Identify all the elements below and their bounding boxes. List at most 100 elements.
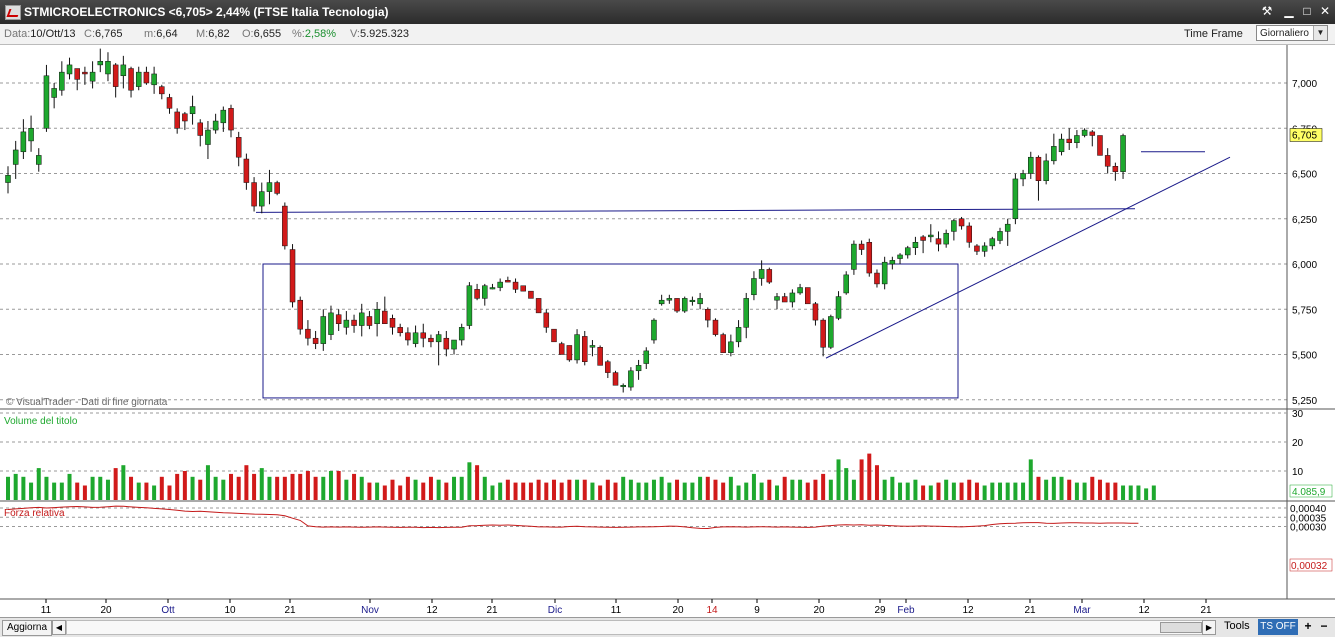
candle-up	[643, 350, 650, 364]
time-axis-label: Dic	[548, 605, 562, 616]
volume-bar	[267, 476, 272, 500]
volume-bar	[1082, 482, 1087, 500]
volume-bar	[859, 459, 864, 500]
candle-up	[774, 296, 780, 301]
volume-bar	[6, 476, 10, 500]
candle-down	[958, 218, 965, 227]
volume-bar	[13, 473, 18, 500]
time-axis-label: Ott	[161, 605, 175, 616]
volume-bar	[644, 482, 649, 500]
close-button[interactable]: ✕	[1317, 4, 1333, 19]
candle-down	[1089, 131, 1096, 136]
candle-up	[51, 88, 57, 98]
volume-bar	[698, 476, 703, 500]
maximize-button[interactable]: □	[1299, 4, 1315, 19]
candle-down	[312, 337, 319, 344]
time-axis-label: 29	[874, 605, 886, 616]
time-axis-label: 11	[611, 605, 622, 616]
volume-bar	[59, 482, 64, 500]
timeframe-select[interactable]: Giornaliero ▼	[1256, 25, 1328, 41]
time-axis-label: 20	[100, 605, 112, 616]
volume-bar	[821, 473, 826, 500]
volume-bar	[436, 479, 441, 500]
candle-down	[305, 328, 311, 339]
horizontal-scrollbar[interactable]	[66, 620, 1208, 635]
tools-menu[interactable]: Tools	[1224, 620, 1250, 632]
candle-up	[66, 64, 73, 75]
data-source-watermark: © VisualTrader - Dati di fine giornata	[6, 397, 168, 408]
volume-axis-label: 20	[1292, 438, 1304, 449]
candle-up	[789, 292, 796, 303]
volume-value-tag: 4.085,9	[1292, 487, 1326, 498]
volume-bar	[1144, 488, 1149, 500]
volume-bar	[621, 476, 626, 500]
time-axis-label: Mar	[1073, 605, 1091, 616]
volume-bar	[313, 476, 318, 500]
volume-bar	[244, 465, 249, 500]
scroll-left-icon[interactable]: ◀	[52, 620, 66, 635]
volume-bar	[521, 482, 526, 500]
scroll-right-icon[interactable]: ▶	[1202, 620, 1216, 635]
volume-bar	[490, 485, 495, 500]
volume-bar	[105, 479, 110, 500]
candle-down	[712, 319, 719, 335]
price-axis-label: 6,250	[1292, 215, 1317, 226]
candle-down	[820, 319, 826, 348]
chart-pane[interactable]: 7,0006,7506,5006,2506,0005,7505,5005,250…	[0, 45, 1335, 617]
candle-down	[674, 298, 680, 312]
candle-down	[174, 111, 180, 129]
candle-down	[74, 68, 80, 80]
candle-up	[358, 312, 365, 326]
volume-bar	[252, 473, 257, 500]
candle-down	[582, 336, 588, 362]
candle-up	[658, 299, 665, 305]
volume-bar	[844, 468, 849, 500]
time-axis-label: 21	[1200, 605, 1212, 616]
candle-up	[220, 109, 227, 124]
volume-bar	[205, 465, 210, 500]
volume-bar	[159, 476, 164, 500]
scrollbar-thumb[interactable]	[1160, 622, 1202, 633]
candle-down	[805, 287, 811, 305]
candle-up	[36, 155, 42, 165]
volume-axis-label: 10	[1292, 467, 1304, 478]
zoom-out-button[interactable]: −	[1318, 619, 1330, 634]
candle-up	[497, 281, 503, 288]
volume-bar	[675, 479, 680, 500]
quote-change: %:2,58%	[292, 28, 337, 40]
volume-bar	[559, 482, 564, 500]
volume-bar	[1028, 459, 1033, 500]
volume-bar	[367, 482, 372, 500]
candle-down	[558, 343, 565, 355]
minimize-button[interactable]: ▁	[1281, 4, 1297, 19]
volume-bar	[928, 485, 933, 500]
candle-down	[228, 108, 234, 131]
zoom-in-button[interactable]: +	[1302, 619, 1314, 634]
wrench-icon[interactable]: ⚒	[1259, 4, 1275, 19]
volume-bar	[352, 473, 357, 500]
volume-bar	[305, 471, 310, 500]
volume-bar	[990, 482, 995, 500]
time-axis-label: 21	[1024, 605, 1036, 616]
price-axis-label: 5,750	[1292, 305, 1317, 316]
volume-bar	[728, 476, 733, 500]
volume-bar	[121, 465, 126, 500]
refresh-button[interactable]: Aggiorna	[2, 620, 53, 636]
volume-bar	[1121, 485, 1126, 500]
trading-system-toggle[interactable]: TS OFF	[1258, 619, 1298, 635]
stock-chart[interactable]: 7,0006,7506,5006,2506,0005,7505,5005,250…	[0, 45, 1335, 617]
quote-info-bar: Data:10/Ott/13 C:6,765 m:6,64 M:6,82 O:6…	[0, 24, 1335, 45]
candle-up	[589, 345, 596, 348]
candle-up	[751, 278, 757, 296]
candle-up	[997, 231, 1003, 241]
candle-up	[904, 247, 911, 256]
volume-bar	[759, 482, 764, 500]
volume-bar	[190, 476, 195, 500]
volume-bar	[36, 468, 41, 500]
candle-up	[681, 298, 688, 312]
volume-bar	[498, 482, 503, 500]
volume-bar	[1090, 476, 1095, 500]
candle-up	[120, 64, 127, 77]
candle-down	[289, 249, 296, 303]
candle-down	[512, 281, 519, 290]
